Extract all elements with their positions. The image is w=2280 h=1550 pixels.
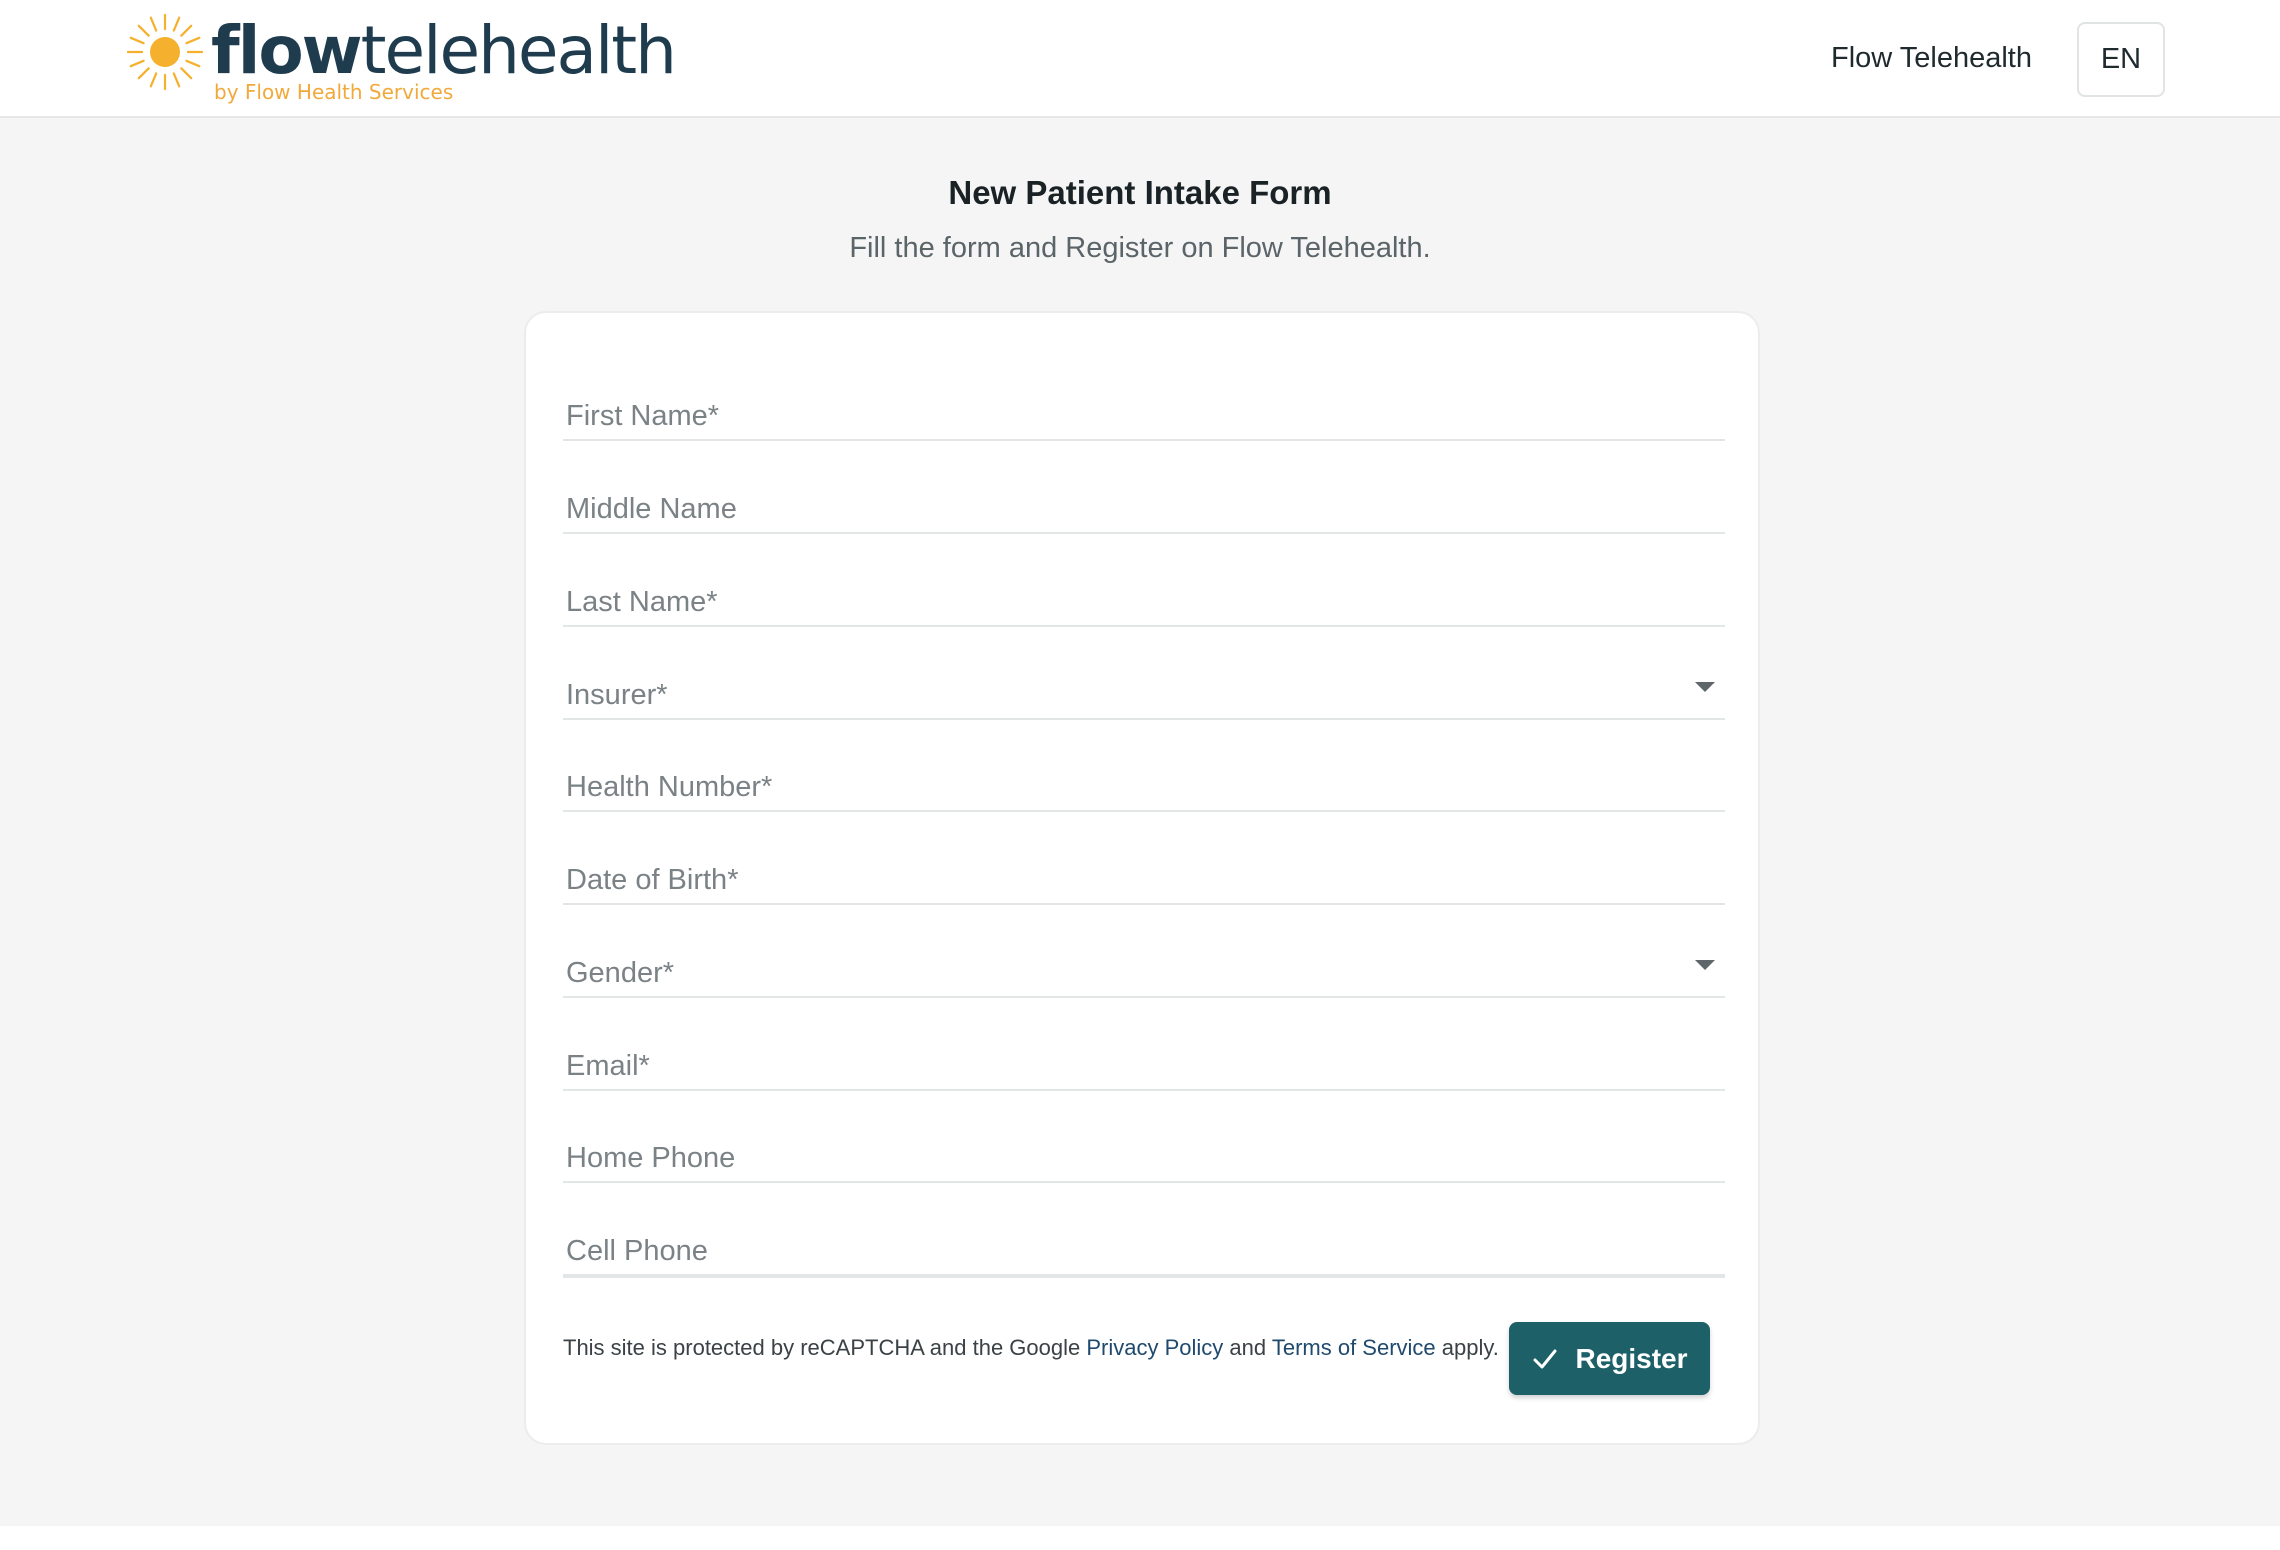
home-phone-label: Home Phone — [566, 1142, 736, 1174]
caret-down-icon[interactable] — [1695, 682, 1715, 692]
recaptcha-suffix: apply. — [1435, 1335, 1499, 1360]
last-name-field[interactable]: Last Name* — [563, 557, 1725, 627]
recaptcha-prefix: This site is protected by reCAPTCHA and … — [563, 1335, 1087, 1360]
logo-word-flow: flow — [211, 12, 363, 89]
health-number-field[interactable]: Health Number* — [563, 742, 1725, 812]
recaptcha-notice: This site is protected by reCAPTCHA and … — [563, 1335, 1499, 1361]
date-of-birth-field[interactable]: Date of Birth* — [563, 835, 1725, 905]
recaptcha-middle: and — [1223, 1335, 1272, 1360]
email-label: Email* — [566, 1050, 650, 1082]
gender-select[interactable]: Gender* — [563, 928, 1725, 998]
first-name-field[interactable]: First Name* — [563, 371, 1725, 441]
footer-strip — [0, 1526, 2280, 1550]
cell-phone-label: Cell Phone — [566, 1235, 708, 1267]
gender-label: Gender* — [566, 957, 675, 989]
register-label: Register — [1575, 1342, 1688, 1374]
form-divider — [563, 1276, 1725, 1278]
site-header: flowtelehealth by Flow Health Services F… — [0, 0, 2280, 118]
last-name-label: Last Name* — [566, 586, 718, 618]
caret-down-icon[interactable] — [1695, 960, 1715, 970]
first-name-label: First Name* — [566, 400, 720, 432]
sun-icon — [126, 13, 204, 91]
check-icon — [1533, 1349, 1557, 1368]
intake-form-card: First Name* Middle Name Last Name* Insur… — [524, 311, 1760, 1445]
insurer-label: Insurer* — [566, 679, 668, 711]
logo-tagline: by Flow Health Services — [214, 80, 454, 104]
flow-telehealth-logo[interactable]: flowtelehealth by Flow Health Services — [125, 10, 685, 110]
logo-word-telehealth: telehealth — [360, 12, 677, 89]
language-button[interactable]: EN — [2077, 22, 2165, 97]
middle-name-label: Middle Name — [566, 493, 737, 525]
brand-link[interactable]: Flow Telehealth — [1831, 38, 2032, 78]
terms-of-service-link[interactable]: Terms of Service — [1272, 1335, 1436, 1360]
page-subtitle: Fill the form and Register on Flow Teleh… — [849, 232, 1431, 264]
middle-name-field[interactable]: Middle Name — [563, 464, 1725, 534]
privacy-policy-link[interactable]: Privacy Policy — [1086, 1335, 1223, 1360]
insurer-select[interactable]: Insurer* — [563, 650, 1725, 720]
register-button[interactable]: Register — [1509, 1322, 1710, 1395]
page-title: New Patient Intake Form — [948, 174, 1332, 211]
cell-phone-field[interactable]: Cell Phone — [563, 1206, 1725, 1276]
email-field[interactable]: Email* — [563, 1021, 1725, 1091]
home-phone-field[interactable]: Home Phone — [563, 1113, 1725, 1183]
date-of-birth-label: Date of Birth* — [566, 864, 739, 896]
health-number-label: Health Number* — [566, 771, 773, 803]
